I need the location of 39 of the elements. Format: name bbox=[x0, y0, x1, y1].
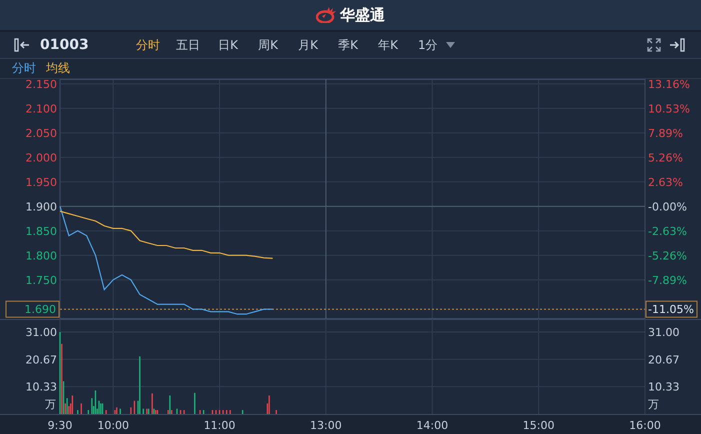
price-label: 2.050 bbox=[26, 126, 57, 140]
volume-label: 20.67 bbox=[26, 353, 57, 366]
unit-label: 万 bbox=[648, 398, 659, 411]
price-label: 1.850 bbox=[26, 224, 57, 238]
percent-label: 10.53% bbox=[648, 102, 690, 116]
percent-label: -5.26% bbox=[648, 249, 687, 262]
volume-label: 10.33 bbox=[648, 380, 680, 394]
price-label: 1.750 bbox=[26, 274, 57, 287]
time-label: 14:00 bbox=[416, 419, 448, 432]
current-change-tag: -11.05% bbox=[646, 300, 698, 318]
time-label: 11:00 bbox=[204, 419, 236, 432]
percent-label: -0.00% bbox=[648, 200, 687, 214]
price-label: 1.900 bbox=[26, 200, 57, 214]
legend-label: 分时 bbox=[12, 60, 36, 77]
brand-name: 华盛通 bbox=[340, 6, 385, 24]
time-label: 13:00 bbox=[310, 419, 342, 432]
time-label: 10:00 bbox=[97, 419, 130, 432]
price-label: 1.800 bbox=[26, 249, 57, 262]
percent-label: -7.89% bbox=[648, 274, 687, 287]
stock-code: 01003 bbox=[40, 37, 90, 53]
volume-label: 31.00 bbox=[648, 326, 680, 339]
time-label: 9:30 bbox=[48, 419, 72, 432]
percent-label: 13.16% bbox=[648, 79, 690, 91]
volume-label: 31.00 bbox=[26, 326, 57, 339]
current-price-tag: 1.690 bbox=[6, 300, 60, 318]
price-label: 2.150 bbox=[26, 79, 57, 91]
percent-label: 2.63% bbox=[648, 176, 683, 189]
time-label: 15:00 bbox=[522, 419, 554, 432]
percent-label: -2.63% bbox=[648, 224, 687, 238]
volume-label: 20.67 bbox=[648, 353, 680, 366]
price-label: 2.000 bbox=[26, 151, 57, 164]
time-label: 16:00 bbox=[629, 419, 661, 432]
unit-label: 万 bbox=[45, 398, 56, 411]
price-label: 1.950 bbox=[26, 176, 57, 189]
price-label: 2.100 bbox=[26, 102, 57, 116]
percent-label: 5.26% bbox=[648, 151, 683, 164]
volume-label: 10.33 bbox=[26, 380, 57, 394]
legend-label: 均线 bbox=[46, 60, 70, 77]
percent-label: 7.89% bbox=[648, 126, 683, 140]
